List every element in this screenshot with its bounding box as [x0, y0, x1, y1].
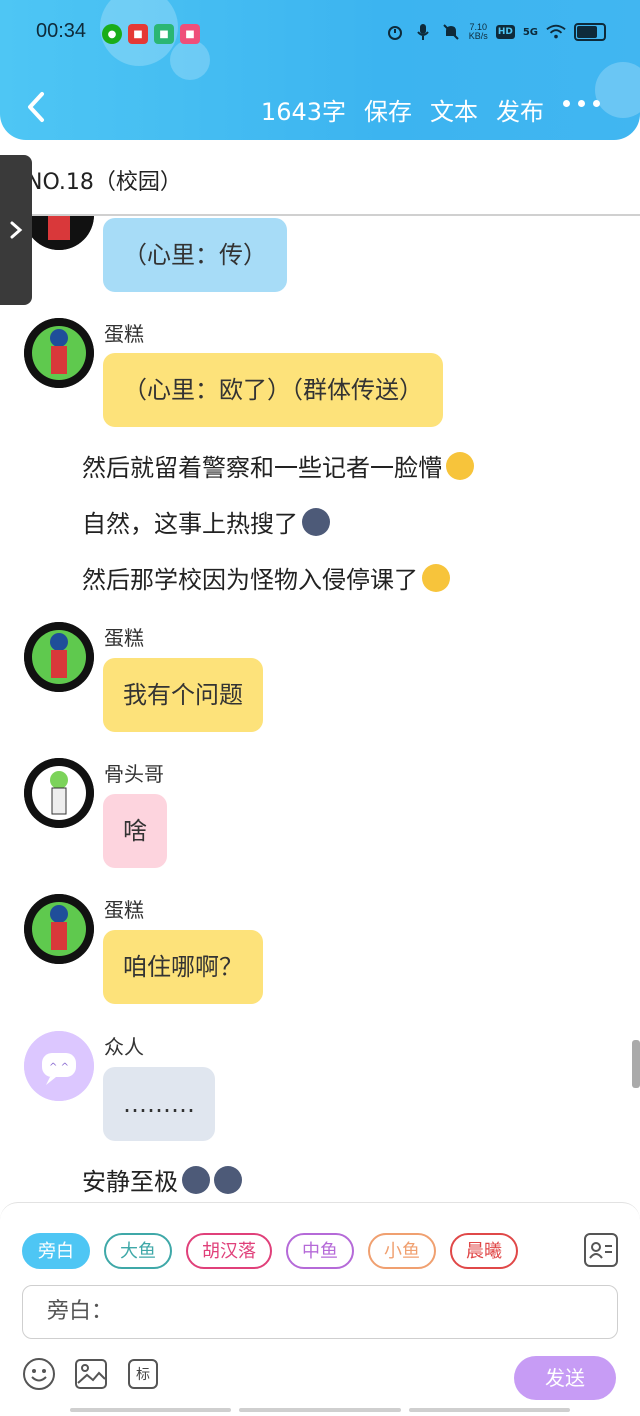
avatar[interactable]: ^ ^	[24, 1031, 94, 1101]
sender-name: 蛋糕	[104, 322, 144, 346]
word-count-button[interactable]: 1643字	[261, 92, 346, 127]
narration-text: 然后就留着警察和一些记者一脸懵	[82, 454, 442, 482]
upside-down-face-icon	[446, 451, 474, 480]
emoji-icon[interactable]	[22, 1357, 56, 1391]
narration-line[interactable]: 然后那学校因为怪物入侵停课了	[82, 560, 450, 595]
text-mode-button[interactable]: 文本	[430, 92, 478, 127]
avatar[interactable]	[24, 894, 94, 964]
back-arrow-icon[interactable]	[22, 90, 52, 124]
new-moon-face-icon	[302, 507, 330, 536]
decor-bubble	[170, 40, 210, 80]
scrollbar[interactable]	[632, 1040, 640, 1088]
avatar[interactable]	[24, 622, 94, 692]
role-chip[interactable]: 旁白	[22, 1233, 90, 1269]
wechat-icon: ●	[102, 24, 122, 44]
network-speed: 7.10 KB/s	[469, 23, 488, 41]
sender-name: 蛋糕	[104, 626, 144, 650]
expand-chevron-icon	[10, 221, 23, 239]
narration-text: 然后那学校因为怪物入侵停课了	[82, 566, 418, 594]
message-input[interactable]: 旁白：	[22, 1285, 618, 1339]
publish-button[interactable]: 发布	[496, 92, 544, 127]
avatar[interactable]	[24, 758, 94, 828]
chat-bubble[interactable]: 我有个问题	[103, 658, 263, 732]
gesture-bar	[70, 1408, 570, 1412]
net-speed-unit: KB/s	[468, 31, 488, 41]
editor-toolbar: 1643字 保存 文本 发布	[261, 92, 544, 127]
role-chip[interactable]: 大鱼	[104, 1233, 172, 1269]
sender-name: 众人	[104, 1035, 144, 1059]
composer-panel: 旁白 大鱼 胡汉落 中鱼 小鱼 晨曦 旁白： 标 发送	[0, 1202, 640, 1416]
svg-text:^ ^: ^ ^	[49, 1062, 69, 1073]
network-type: 5G	[522, 26, 538, 38]
avatar[interactable]	[24, 318, 94, 388]
narration-text: 安静至极	[82, 1168, 178, 1196]
tag-button[interactable]: 标	[126, 1357, 160, 1391]
sender-name: 蛋糕	[104, 898, 144, 922]
chapter-title[interactable]: NO.18（校园）	[26, 164, 182, 196]
top-header: 00:34 ● ■ ■ ■ 7.10 KB/s HD 5G 1643字 保存 文…	[0, 0, 640, 140]
role-chip[interactable]: 小鱼	[368, 1233, 436, 1269]
side-drawer-handle[interactable]	[0, 155, 32, 305]
new-moon-face-icon	[214, 1165, 242, 1194]
chapter-title-bar: NO.18（校园）	[0, 150, 640, 216]
tag-label: 标	[128, 1359, 158, 1389]
chat-bubble[interactable]: （心里：欧了）（群体传送）	[103, 353, 443, 427]
decor-bubble	[595, 62, 640, 118]
status-indicators: 7.10 KB/s HD 5G	[385, 22, 606, 42]
wifi-icon	[546, 22, 566, 42]
chat-bubble[interactable]: 啥	[103, 794, 167, 868]
send-button[interactable]: 发送	[514, 1356, 616, 1400]
upside-down-face-icon	[422, 563, 450, 592]
app-notification-icon: ■	[154, 24, 174, 44]
more-dots-icon[interactable]	[563, 100, 600, 107]
narration-line[interactable]: 安静至极	[82, 1162, 242, 1197]
narration-line[interactable]: 然后就留着警察和一些记者一脸懵	[82, 448, 474, 483]
role-chip[interactable]: 胡汉落	[186, 1233, 272, 1269]
role-chip[interactable]: 中鱼	[286, 1233, 354, 1269]
narration-line[interactable]: 自然，这事上热搜了	[82, 504, 330, 539]
app-notification-icon: ■	[180, 24, 200, 44]
alarm-icon	[385, 22, 405, 42]
battery-icon	[574, 23, 606, 41]
sender-name: 骨头哥	[104, 762, 164, 786]
role-chip[interactable]: 晨曦	[450, 1233, 518, 1269]
role-card-icon[interactable]	[584, 1233, 618, 1267]
avatar[interactable]	[24, 216, 94, 250]
hd-badge: HD	[495, 25, 515, 39]
mute-bell-icon	[441, 22, 461, 42]
image-icon[interactable]	[74, 1357, 108, 1391]
new-moon-face-icon	[182, 1165, 210, 1194]
chat-bubble[interactable]: 咱住哪啊？	[103, 930, 263, 1004]
composer-tools: 标	[22, 1357, 160, 1391]
chat-bubble[interactable]: （心里：传）	[103, 218, 287, 292]
app-notification-icon: ■	[128, 24, 148, 44]
status-time: 00:34	[36, 20, 87, 42]
save-button[interactable]: 保存	[364, 92, 412, 127]
microphone-icon	[413, 22, 433, 42]
chat-bubble[interactable]: ………	[103, 1067, 215, 1141]
role-chips: 旁白 大鱼 胡汉落 中鱼 小鱼 晨曦	[22, 1233, 518, 1269]
status-app-icons: ● ■ ■ ■	[102, 24, 200, 44]
chat-area[interactable]: （心里：传） 蛋糕 （心里：欧了）（群体传送） 然后就留着警察和一些记者一脸懵 …	[0, 216, 640, 1206]
narration-text: 自然，这事上热搜了	[82, 510, 298, 538]
